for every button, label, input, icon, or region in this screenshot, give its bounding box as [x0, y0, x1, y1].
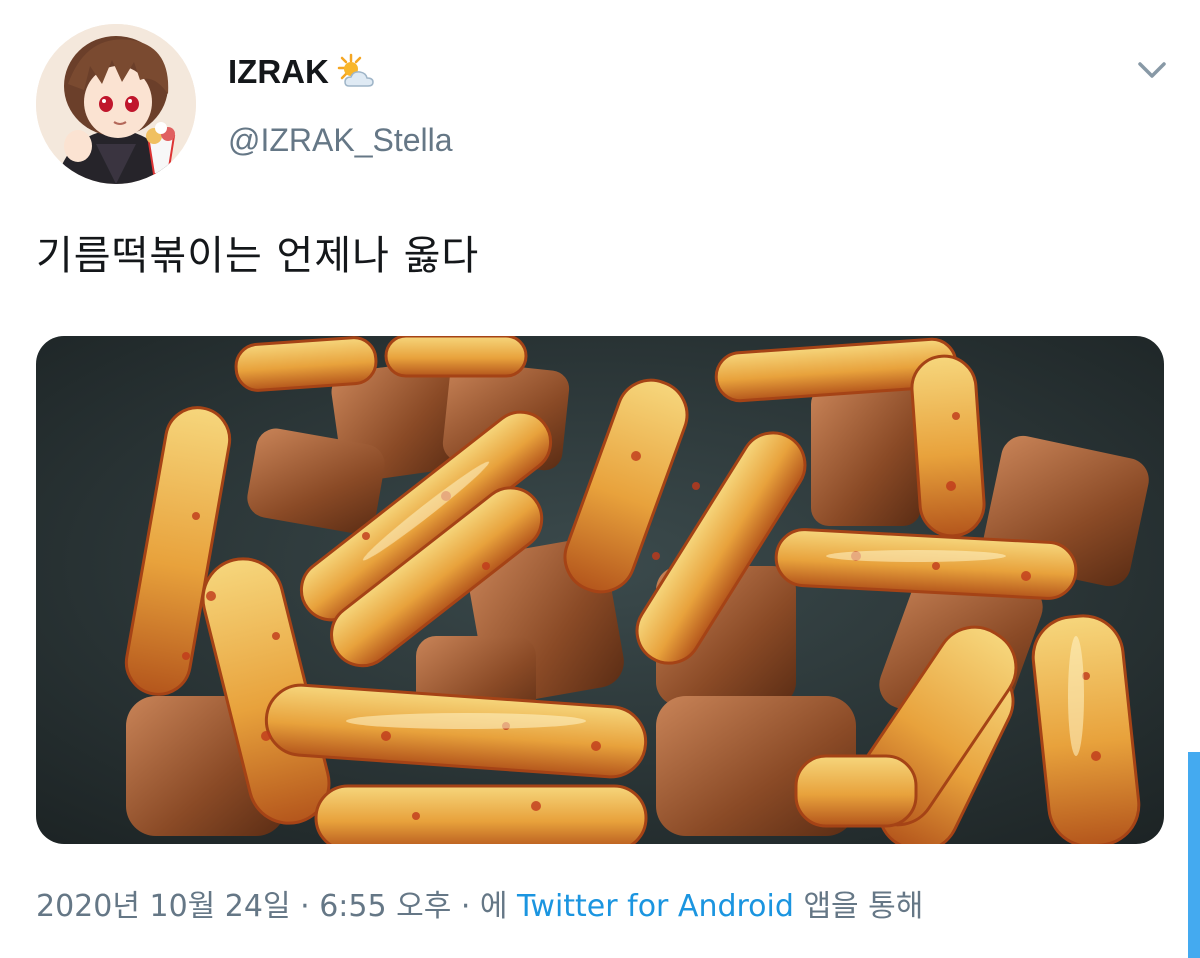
avatar[interactable] — [36, 24, 196, 184]
display-name[interactable]: IZRAK — [228, 52, 377, 92]
tweet-time: 6:55 오후 — [319, 889, 452, 924]
source-link[interactable]: Twitter for Android — [517, 889, 794, 924]
user-handle[interactable]: @IZRAK_Stella — [228, 120, 453, 160]
tweet-text: 기름떡볶이는 언제나 옳다 — [36, 233, 480, 279]
meta-separator: · — [290, 889, 320, 924]
sun-behind-cloud-icon — [333, 52, 377, 92]
fried-tteokbokki-photo — [36, 336, 1164, 844]
via-prefix: 에 — [479, 889, 518, 924]
chevron-down-icon[interactable] — [1132, 56, 1172, 84]
tweet-detail: IZRAK @IZRAK_Stella 기름떡볶이는 언제나 옳다 2020년 … — [0, 0, 1200, 958]
via-suffix: 앱을 통해 — [793, 889, 924, 924]
meta-separator: · — [451, 889, 480, 924]
display-name-text: IZRAK — [228, 53, 329, 90]
tweet-meta: 2020년 10월 24일 · 6:55 오후 · 에 Twitter for … — [36, 884, 923, 930]
avatar-illustration — [36, 24, 196, 184]
tweet-date: 2020년 10월 24일 — [36, 889, 291, 924]
scrollbar[interactable] — [1188, 752, 1200, 958]
tweet-photo[interactable] — [36, 336, 1164, 844]
